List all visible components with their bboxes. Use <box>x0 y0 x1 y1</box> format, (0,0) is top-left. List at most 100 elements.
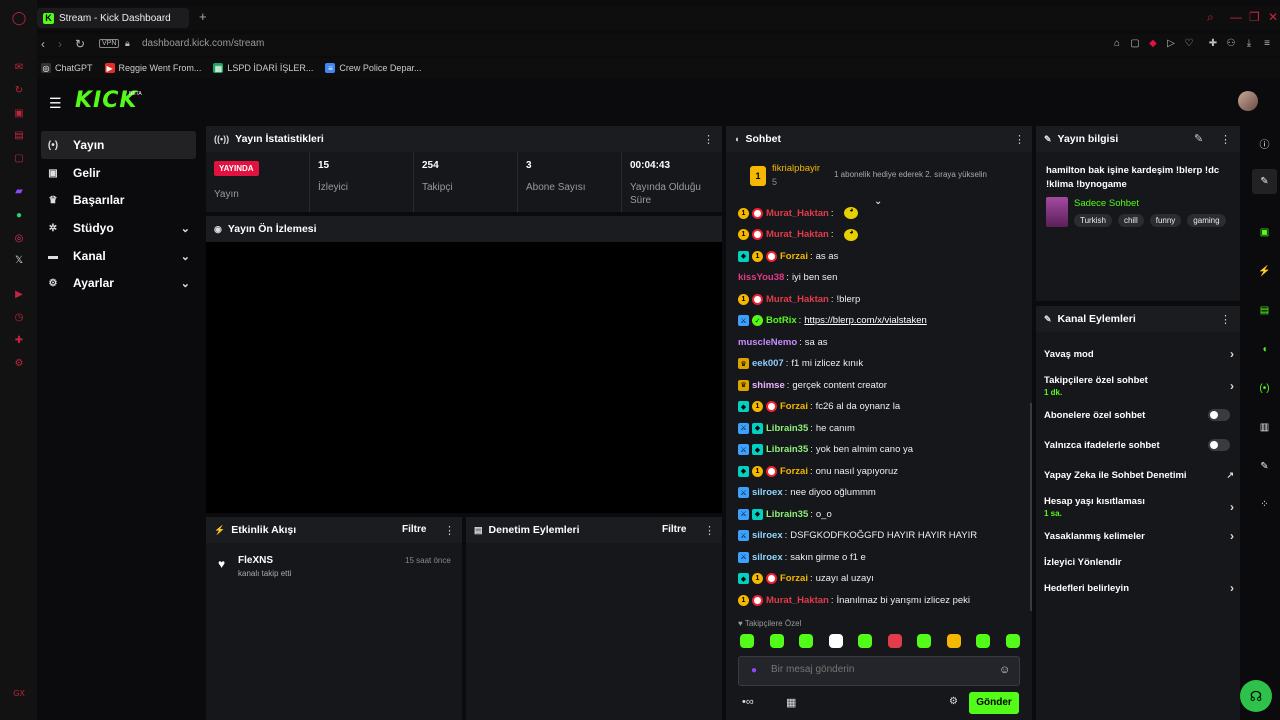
tag-pill[interactable]: gaming <box>1187 214 1226 227</box>
chat-username[interactable]: silroex <box>752 487 783 498</box>
sidebar-puzzle-icon[interactable]: ✚ <box>12 333 26 347</box>
menu-icon[interactable]: ≡ <box>1261 38 1273 50</box>
x-icon[interactable]: 𝕏 <box>12 253 26 267</box>
url-field[interactable]: dashboard.kick.com/stream <box>142 38 264 49</box>
sidebar-play-icon[interactable]: ▶ <box>12 287 26 301</box>
forward-button[interactable]: › <box>58 37 62 51</box>
emote-picker-icon[interactable] <box>887 634 902 648</box>
sidebar-box-icon[interactable]: ▢ <box>12 151 26 165</box>
chat-username[interactable]: eek007 <box>752 358 784 369</box>
more-options-icon[interactable]: ⋮ <box>704 524 715 537</box>
toggle-switch[interactable] <box>1208 409 1230 421</box>
bookmark-item[interactable]: ▦ LSPD İDARİ İŞLER... <box>213 63 313 73</box>
info-icon[interactable]: ⓘ <box>1252 131 1277 156</box>
bookmark-item[interactable]: ≡ Crew Police Depar... <box>325 63 421 73</box>
send-button[interactable]: Gönder <box>969 692 1019 714</box>
chat-username[interactable]: kissYou38 <box>738 272 784 283</box>
reload-button[interactable]: ↻ <box>75 37 85 51</box>
chat-username[interactable]: Murat_Haktan <box>766 208 829 219</box>
nav-item-gelir[interactable]: ▣ Gelir <box>41 159 196 187</box>
chat-scrollbar[interactable] <box>1030 403 1032 611</box>
edit-icon[interactable]: ✎ <box>1194 132 1203 145</box>
nav-item-studyo[interactable]: ✲ Stüdyo ⌄ <box>41 214 196 242</box>
category-name[interactable]: Sadece Sohbet <box>1074 198 1139 209</box>
sidebar-message-icon[interactable]: ▤ <box>12 128 26 142</box>
sidebar-gx-icon[interactable]: GX <box>12 686 26 700</box>
category-thumbnail[interactable] <box>1046 197 1068 227</box>
chat-input[interactable] <box>771 664 991 675</box>
edit-icon[interactable]: ✎ <box>1252 169 1277 194</box>
sidebar-settings-icon[interactable]: ⚙ <box>12 356 26 370</box>
maximize-button[interactable]: ❐ <box>1249 10 1260 24</box>
nav-item-yayin[interactable]: (•) Yayın <box>41 131 196 159</box>
sub-badge-icon[interactable]: 1 <box>738 207 749 219</box>
whatsapp-icon[interactable]: ● <box>12 208 26 222</box>
emote-picker-icon[interactable] <box>976 634 991 648</box>
channel-action-row[interactable]: Takipçilere özel sohbet 1 dk. › <box>1044 375 1234 397</box>
emote-picker-icon[interactable] <box>799 634 814 648</box>
avatar[interactable] <box>1238 91 1258 111</box>
emoji-icon[interactable]: ☺ <box>999 664 1010 676</box>
chat-username[interactable]: Librain35 <box>766 423 808 434</box>
filter-button[interactable]: Filtre <box>662 524 686 535</box>
gifter-name[interactable]: fikrialpbayir <box>772 163 820 174</box>
og-badge-icon[interactable]: ◆ <box>752 422 763 434</box>
snapshot-icon[interactable]: ▢ <box>1129 38 1141 50</box>
channel-action-row[interactable]: İzleyici Yönlendir <box>1044 557 1234 568</box>
nav-item-ayarlar[interactable]: ⚙ Ayarlar ⌄ <box>41 269 196 297</box>
chat-username[interactable]: BotRix <box>766 315 797 326</box>
emote-picker-icon[interactable] <box>946 634 961 648</box>
preview-icon[interactable]: ▣ <box>1252 220 1277 245</box>
mic-icon[interactable]: ● <box>751 665 757 676</box>
more-options-icon[interactable]: ⋮ <box>703 133 714 146</box>
pinned-gift-banner[interactable]: 1 fikrialpbayir 5 1 abonelik hediye eder… <box>726 152 1032 207</box>
apps-icon[interactable]: ⁘ <box>1252 492 1277 517</box>
channel-action-row[interactable]: Hesap yaşı kısıtlaması 1 sa. › <box>1044 496 1234 518</box>
search-icon[interactable]: ⌕ <box>1207 10 1214 25</box>
pb-badge-icon[interactable] <box>752 594 763 606</box>
emote-picker-icon[interactable] <box>769 634 784 648</box>
tag-pill[interactable]: chill <box>1117 214 1144 227</box>
twitch-icon[interactable]: ▰ <box>12 184 26 198</box>
bolt-icon[interactable]: ⚡ <box>1252 259 1277 284</box>
chat-username[interactable]: Murat_Haktan <box>766 595 829 606</box>
bot-badge-icon[interactable]: ✓ <box>752 315 763 326</box>
sidebar-mail-icon[interactable]: ✉ <box>12 60 26 74</box>
more-options-icon[interactable]: ⋮ <box>1220 133 1231 146</box>
sidebar-bag-icon[interactable]: ▣ <box>12 106 26 120</box>
nav-item-basarilar[interactable]: ♛ Başarılar <box>41 186 196 214</box>
channel-action-row[interactable]: Yalnızca ifadelerle sohbet <box>1044 439 1234 451</box>
sub-badge-icon[interactable]: 1 <box>752 573 763 584</box>
chat-username[interactable]: Librain35 <box>766 509 808 520</box>
filter-button[interactable]: Filtre <box>402 524 426 535</box>
pb-badge-icon[interactable] <box>766 573 777 584</box>
pb-badge-icon[interactable] <box>752 229 763 240</box>
chat-username[interactable]: Murat_Haktan <box>766 229 829 240</box>
channel-action-row[interactable]: Hedefleri belirleyin › <box>1044 581 1234 595</box>
support-headset-icon[interactable]: ☊ <box>1240 680 1272 712</box>
chat-username[interactable]: Forzai <box>780 401 808 412</box>
opera-logo-icon[interactable]: ◯ <box>12 10 27 25</box>
emote-picker-icon[interactable] <box>917 634 932 648</box>
vpn-badge[interactable]: VPN <box>99 39 120 48</box>
wrench-icon[interactable]: ✎ <box>1252 454 1277 479</box>
bookmark-item[interactable]: ▶ Reggie Went From... <box>104 63 201 73</box>
bookmark-item[interactable]: ◎ ChatGPT <box>41 63 93 73</box>
instagram-icon[interactable]: ◎ <box>12 231 26 245</box>
og-badge-icon[interactable]: ◆ <box>752 444 763 455</box>
vip-badge-icon[interactable]: ♛ <box>738 358 749 369</box>
emote-picker-icon[interactable] <box>858 634 873 648</box>
channel-action-row[interactable]: Abonelere özel sohbet <box>1044 409 1234 421</box>
emote-picker-icon[interactable] <box>740 634 754 648</box>
heart-icon[interactable]: ♡ <box>1183 38 1195 50</box>
channel-action-row[interactable]: Yavaş mod › <box>1044 347 1234 361</box>
tag-pill[interactable]: funny <box>1149 214 1182 227</box>
more-options-icon[interactable]: ⋮ <box>1014 133 1025 146</box>
sub-badge-icon[interactable]: 1 <box>738 293 749 305</box>
toggle-switch[interactable] <box>1208 439 1230 451</box>
event-user[interactable]: FleXNS <box>238 555 273 566</box>
sub-badge-icon[interactable]: 1 <box>738 229 749 240</box>
chat-bubble-icon[interactable]: ◖ <box>1252 337 1277 362</box>
mod-badge-icon[interactable]: ⚔ <box>738 508 749 520</box>
more-options-icon[interactable]: ⋮ <box>444 524 455 537</box>
